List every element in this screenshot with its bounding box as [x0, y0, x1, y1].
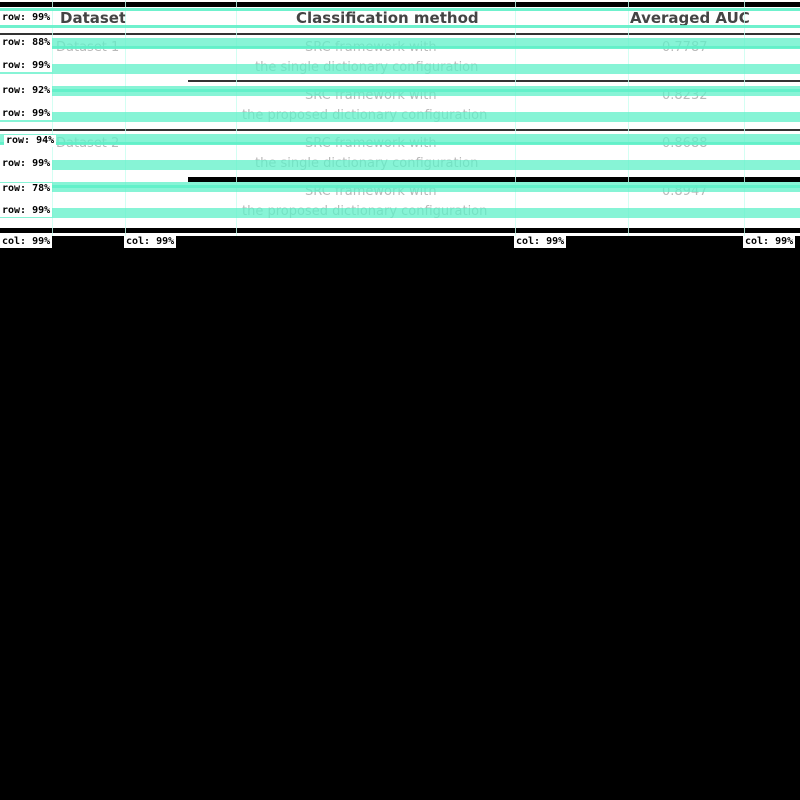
row-band [0, 182, 800, 192]
row-band [0, 160, 800, 170]
dataset-rule [0, 129, 800, 131]
row-band [0, 112, 800, 122]
col-tag: col: 99% [514, 236, 567, 248]
row-band [0, 86, 800, 96]
col-tag: col: 99% [0, 236, 53, 248]
row-tag: row: 99% [0, 108, 53, 120]
col-tag: col: 99% [124, 236, 177, 248]
bottom-rule [0, 228, 800, 233]
col-tag: col: 99% [743, 236, 796, 248]
table-region: Dataset Classification method Averaged A… [0, 0, 800, 236]
header-rule [0, 33, 800, 35]
row-band [0, 8, 800, 28]
row-tag: row: 99% [0, 205, 53, 217]
row-tag: row: 99% [0, 158, 53, 170]
row-tag: row: 88% [0, 37, 53, 49]
row-band [0, 64, 800, 74]
row-tag: row: 99% [0, 60, 53, 72]
row-tag: row: 78% [0, 183, 53, 195]
row-tag: row: 99% [0, 12, 53, 24]
top-rule [0, 2, 800, 7]
row-tag: row: 94% [4, 135, 57, 147]
row-tag: row: 92% [0, 85, 53, 97]
row-band [0, 208, 800, 218]
